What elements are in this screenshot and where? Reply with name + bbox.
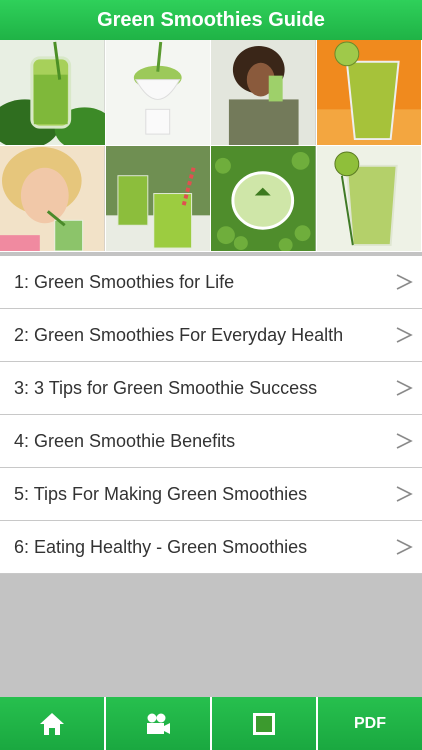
- tab-bar: PDF: [0, 697, 422, 750]
- tab-home[interactable]: [0, 697, 104, 750]
- chevron-right-icon: [396, 274, 413, 290]
- list-item-label: 5: Tips For Making Green Smoothies: [14, 483, 308, 504]
- list-item[interactable]: 5: Tips For Making Green Smoothies: [0, 468, 422, 521]
- home-icon: [40, 712, 64, 735]
- app-header: Green Smoothies Guide: [0, 0, 422, 40]
- photo-sprouts-bowl: [211, 146, 317, 252]
- chevron-right-icon: [396, 327, 413, 343]
- photo-woman-drinking: [211, 40, 317, 146]
- photo-glasses-straws: [105, 146, 211, 252]
- list-item-label: 1: Green Smoothies for Life: [14, 271, 235, 292]
- list-item[interactable]: 2: Green Smoothies For Everyday Health: [0, 309, 422, 362]
- gallery-icon: [253, 712, 275, 735]
- list-item-label: 3: 3 Tips for Green Smoothie Success: [14, 377, 318, 398]
- list-item[interactable]: 4: Green Smoothie Benefits: [0, 415, 422, 468]
- chapter-list: 1: Green Smoothies for Life 2: Green Smo…: [0, 256, 422, 574]
- list-item[interactable]: 1: Green Smoothies for Life: [0, 256, 422, 309]
- photo-woman-straw: [0, 146, 106, 252]
- photo-smoothie-jar-spinach: [0, 40, 106, 146]
- list-item-label: 4: Green Smoothie Benefits: [14, 430, 236, 451]
- chevron-right-icon: [396, 380, 413, 396]
- chevron-right-icon: [396, 539, 413, 555]
- chevron-right-icon: [396, 433, 413, 449]
- tab-pdf[interactable]: PDF: [318, 697, 422, 750]
- list-item[interactable]: 6: Eating Healthy - Green Smoothies: [0, 521, 422, 574]
- tab-gallery[interactable]: [212, 697, 316, 750]
- list-item-label: 2: Green Smoothies For Everyday Health: [14, 324, 344, 345]
- tab-videos[interactable]: [106, 697, 210, 750]
- chevron-right-icon: [396, 486, 413, 502]
- photo-smoothie-cup: [105, 40, 211, 146]
- pdf-label: PDF: [354, 714, 386, 732]
- photo-kiwi-smoothie-orange: [316, 40, 422, 146]
- photo-kiwi-smoothie-glass: [316, 146, 422, 252]
- list-item-label: 6: Eating Healthy - Green Smoothies: [14, 536, 308, 557]
- page-title: Green Smoothies Guide: [97, 8, 325, 31]
- video-camera-icon: [147, 713, 170, 734]
- list-item[interactable]: 3: 3 Tips for Green Smoothie Success: [0, 362, 422, 415]
- photo-grid: [0, 40, 422, 252]
